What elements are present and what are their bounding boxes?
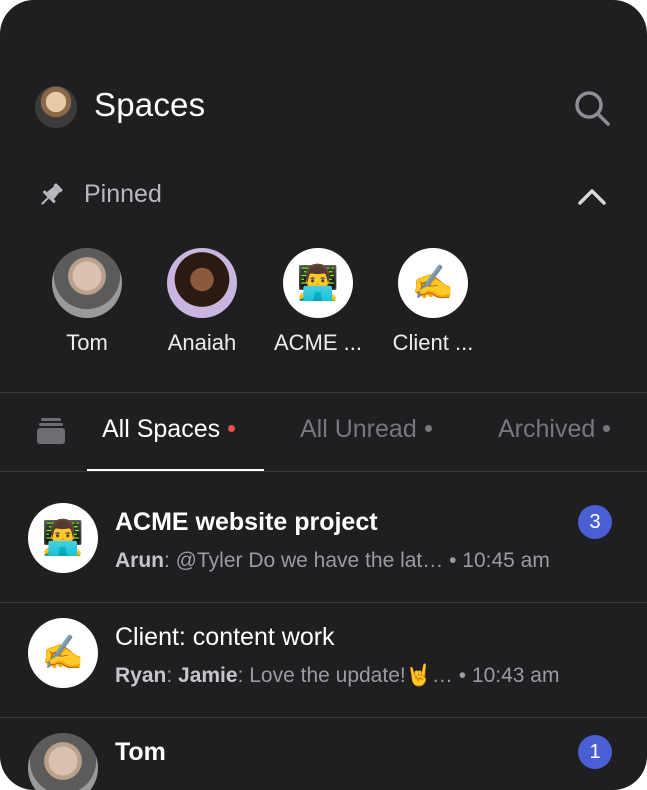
- avatar: [28, 733, 98, 790]
- pinned-item-label: ACME ...: [273, 330, 362, 355]
- space-row-client[interactable]: ✍️ Client: content work Ryan: Jamie: Lov…: [0, 588, 647, 703]
- pinned-list: Tom Anaiah 👨‍💻 ACME ... ✍️ Client ...: [0, 248, 647, 368]
- chevron-up-icon[interactable]: [576, 182, 608, 210]
- space-row-acme[interactable]: 👨‍💻 ACME website project Arun: @Tyler Do…: [0, 473, 647, 588]
- tab-label: All Spaces: [102, 415, 221, 443]
- technologist-emoji-icon: 👨‍💻: [283, 248, 353, 318]
- avatar: [167, 248, 237, 318]
- space-name: Tom: [115, 738, 166, 766]
- archive-tray-icon[interactable]: [37, 418, 65, 444]
- spaces-screen: Spaces Pinned Tom Anaiah 👨‍💻: [0, 0, 647, 790]
- tab-archived[interactable]: Archived: [498, 415, 611, 444]
- space-row-tom[interactable]: Tom 1: [0, 703, 647, 790]
- sender-name: Jamie: [178, 664, 238, 687]
- technologist-emoji-icon: 👨‍💻: [28, 503, 98, 573]
- pinned-item-anaiah[interactable]: Anaiah: [147, 248, 257, 356]
- timestamp: • 10:45 am: [443, 549, 550, 572]
- pinned-item-label: Client ...: [392, 330, 474, 355]
- writing-hand-emoji-icon: ✍️: [398, 248, 468, 318]
- pinned-item-label: Anaiah: [167, 330, 237, 355]
- pin-icon: [41, 183, 63, 205]
- divider: [0, 471, 647, 472]
- message-preview: Ryan: Jamie: Love the update!🤘… • 10:43 …: [115, 664, 559, 688]
- unread-count-badge: 3: [578, 505, 612, 539]
- tab-bar: All Spaces All Unread Archived: [0, 393, 647, 471]
- tab-dot: [424, 424, 432, 432]
- search-icon[interactable]: [572, 88, 612, 128]
- pinned-item-acme[interactable]: 👨‍💻 ACME ...: [263, 248, 373, 356]
- space-name: ACME website project: [115, 508, 378, 536]
- unread-dot: [228, 424, 236, 432]
- tab-label: All Unread: [300, 415, 417, 443]
- avatar: [52, 248, 122, 318]
- writing-hand-emoji-icon: ✍️: [28, 618, 98, 688]
- timestamp: • 10:43 am: [458, 664, 560, 687]
- message-preview: Arun: @Tyler Do we have the lat… • 10:45…: [115, 549, 550, 573]
- page-title: Spaces: [94, 86, 206, 123]
- message-text: : Love the update!🤘…: [237, 664, 459, 687]
- message-text: : @Tyler Do we have the lat…: [164, 549, 444, 572]
- space-name: Client: content work: [115, 623, 335, 651]
- tab-dot: [603, 424, 611, 432]
- pinned-item-tom[interactable]: Tom: [32, 248, 142, 356]
- profile-avatar[interactable]: [35, 86, 77, 128]
- tab-all-spaces[interactable]: All Spaces: [102, 415, 236, 444]
- tab-all-unread[interactable]: All Unread: [300, 415, 432, 444]
- pinned-label: Pinned: [84, 180, 162, 208]
- pinned-item-client[interactable]: ✍️ Client ...: [378, 248, 488, 356]
- sender-name: Ryan: [115, 664, 167, 687]
- separator: :: [166, 664, 179, 687]
- sender-name: Arun: [115, 549, 164, 572]
- pinned-item-label: Tom: [66, 330, 108, 355]
- tab-label: Archived: [498, 415, 596, 443]
- pinned-section-header[interactable]: Pinned: [36, 178, 616, 214]
